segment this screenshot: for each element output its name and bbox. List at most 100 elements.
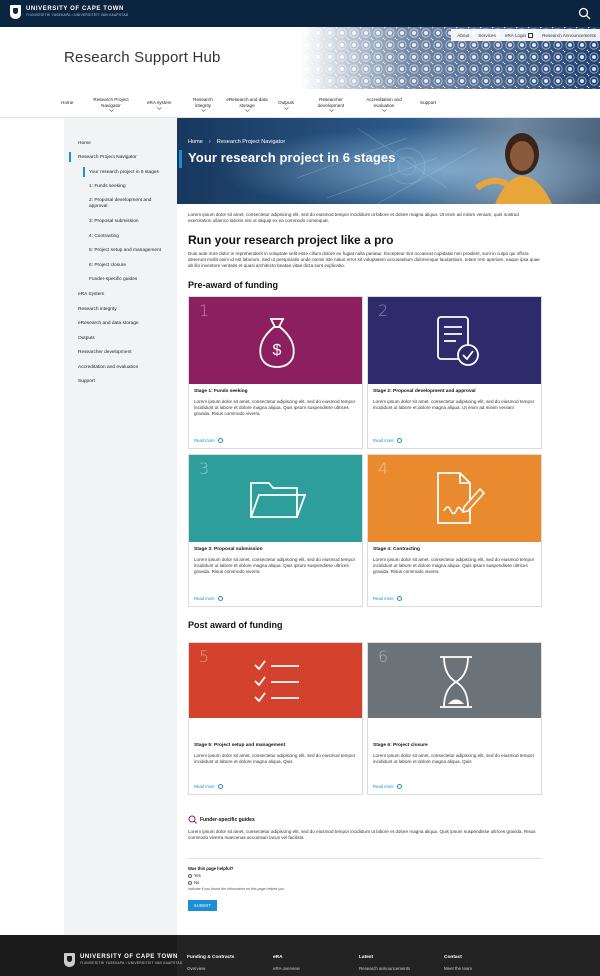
- sidebar-item-integrity[interactable]: Research integrity: [78, 307, 117, 313]
- footer-link[interactable]: Meet the team: [444, 966, 472, 971]
- sidebar-item-eresearch[interactable]: eResearch and data storage: [78, 321, 139, 327]
- footer-link[interactable]: Overview: [187, 966, 234, 971]
- footer-logo-subline: IYUNIVESITHI YASEKAPA • UNIVERSITEIT VAN…: [80, 961, 183, 965]
- card-title: Stage 1: Funds seeking: [194, 389, 248, 394]
- radio-button[interactable]: [188, 880, 192, 885]
- radio-button[interactable]: [188, 873, 192, 878]
- logo-subline: IYUNIVESITHI YASEKAPA • UNIVERSITEIT VAN…: [26, 13, 129, 17]
- card-body: Lorem ipsum dolor sit amet, consectetur …: [194, 399, 356, 417]
- sidebar-item-stage-2[interactable]: 2: Proposal development and approval: [89, 198, 169, 210]
- stage-number: 4: [378, 459, 389, 478]
- breadcrumb-home[interactable]: Home: [188, 139, 203, 145]
- arrow-circle-icon: [217, 596, 223, 601]
- submit-button[interactable]: SUBMIT: [188, 900, 217, 911]
- nav-home[interactable]: Home: [61, 100, 73, 106]
- card-art: 5: [189, 643, 362, 718]
- card-title: Stage 3: Proposal submission: [194, 547, 263, 552]
- nav-outputs[interactable]: Outputs: [278, 100, 294, 110]
- breadcrumb-current[interactable]: Research Project Navigator: [217, 139, 285, 145]
- sidebar-item-funder-guides[interactable]: Funder-specific guides: [89, 277, 137, 283]
- footer-col-contact: Contact Meet the team: [444, 955, 472, 971]
- sidebar-item-stage-4[interactable]: 4: Contracting: [89, 234, 119, 240]
- stage-card-2[interactable]: 2 Stage 2: Proposal development and appr…: [367, 296, 542, 449]
- funder-guides-link[interactable]: Funder-specific guides: [188, 815, 255, 824]
- stage-number: 5: [199, 647, 210, 666]
- sidebar-item-development[interactable]: Researcher development: [78, 350, 132, 356]
- logo-name: UNIVERSITY OF CAPE TOWN: [26, 6, 124, 12]
- footer-link[interactable]: Research announcements: [359, 966, 410, 971]
- external-link-icon: [528, 32, 534, 38]
- card-body: Lorem ipsum dolor sit amet, consectetur …: [194, 753, 356, 765]
- read-more-link[interactable]: Read more: [373, 596, 402, 601]
- nav-eresearch[interactable]: eResearch and data storage: [226, 97, 268, 112]
- stage-card-3[interactable]: 3 Stage 3: Proposal submission Lorem ips…: [188, 454, 363, 607]
- footer-col-funding: Funding & Contracts Overview: [187, 955, 234, 971]
- footer-link[interactable]: eRA overview: [273, 966, 300, 971]
- sidebar-item-accreditation[interactable]: Accreditation and evaluation: [78, 365, 138, 371]
- sidebar-item-stage-5[interactable]: 5: Project setup and management: [89, 248, 161, 254]
- nav-researcher-development[interactable]: Researcher development: [310, 97, 352, 112]
- section-heading: Run your research project like a pro: [188, 233, 394, 247]
- utility-announcements[interactable]: Research Announcements: [542, 33, 596, 38]
- arrow-circle-icon: [396, 438, 402, 443]
- card-title: Stage 6: Project closure: [373, 743, 428, 748]
- utility-era-login[interactable]: eRA Login: [505, 32, 534, 38]
- site-header: About Services eRA Login Research Announ…: [0, 27, 600, 89]
- sidebar-item-navigator[interactable]: Research Project Navigator: [78, 155, 137, 161]
- chevron-down-icon: [244, 109, 250, 112]
- crest-icon: [10, 5, 21, 19]
- search-document-icon: [188, 815, 197, 824]
- pre-award-heading: Pre-award of funding: [188, 280, 278, 290]
- nav-research-project-navigator[interactable]: Research Project Navigator: [90, 97, 132, 112]
- feedback-yes[interactable]: Yes: [188, 873, 285, 878]
- active-indicator: [69, 152, 71, 162]
- feedback-no[interactable]: No: [188, 880, 285, 885]
- hero-title-accent: [179, 150, 182, 168]
- nav-research-integrity[interactable]: Research integrity: [190, 97, 216, 112]
- footer-logo-name: UNIVERSITY OF CAPE TOWN: [80, 954, 178, 960]
- sidebar-item-support[interactable]: Support: [78, 379, 95, 385]
- uct-logo[interactable]: UNIVERSITY OF CAPE TOWN IYUNIVESITHI YAS…: [10, 5, 128, 19]
- nav-era-system[interactable]: eRA system: [147, 100, 172, 110]
- read-more-link[interactable]: Read more: [194, 596, 223, 601]
- stage-card-4[interactable]: 4 Stage 4: Contracting Lorem ipsum dolor…: [367, 454, 542, 607]
- stage-card-6[interactable]: 6 Stage 6: Project closure Lorem ipsum d…: [367, 642, 542, 795]
- folder-icon: [250, 482, 307, 518]
- nav-accreditation[interactable]: Accreditation and evaluation: [360, 97, 408, 112]
- sidebar-item-stage-1[interactable]: 1: Funds seeking: [89, 184, 126, 190]
- svg-text:$: $: [273, 342, 282, 359]
- footer-col-era: eRA eRA overview: [273, 955, 300, 971]
- stage-card-5[interactable]: 5 Stage 5: Project setup and management …: [188, 642, 363, 795]
- arrow-circle-icon: [396, 596, 402, 601]
- section-body: Duis aute irure dolor in reprehenderit i…: [188, 251, 540, 269]
- sidebar-item-stage-6[interactable]: 6: Project closure: [89, 263, 126, 269]
- read-more-link[interactable]: Read more: [194, 784, 223, 789]
- card-body: Lorem ipsum dolor sit amet, consectetur …: [373, 557, 535, 575]
- stage-number: 3: [199, 459, 210, 478]
- hero-banner: Home › Research Project Navigator Your r…: [177, 118, 600, 204]
- card-art: 3: [189, 455, 362, 542]
- arrow-circle-icon: [217, 784, 223, 789]
- read-more-link[interactable]: Read more: [373, 784, 402, 789]
- feedback-question: Was this page helpful?: [188, 866, 234, 871]
- sidebar-item-6-stages[interactable]: Your research project in 6 stages: [89, 170, 159, 176]
- footer-logo[interactable]: UNIVERSITY OF CAPE TOWN IYUNIVESITHI YAS…: [64, 953, 182, 967]
- sidebar-item-home[interactable]: Home: [78, 141, 91, 147]
- stage-card-1[interactable]: 1 $ Stage 1: Funds seeking Lorem ipsum d…: [188, 296, 363, 449]
- breadcrumb: Home › Research Project Navigator: [188, 139, 285, 145]
- hourglass-icon: [440, 656, 472, 708]
- sidebar-item-era[interactable]: eRA System: [78, 292, 104, 298]
- utility-services[interactable]: Services: [478, 33, 496, 38]
- chevron-down-icon: [200, 109, 206, 112]
- search-icon[interactable]: [578, 7, 591, 20]
- sidebar-item-outputs[interactable]: Outputs: [78, 336, 95, 342]
- funder-body: Lorem ipsum dolor sit amet, consectetur …: [188, 829, 536, 841]
- sidebar-item-stage-3[interactable]: 3: Proposal submission: [89, 219, 139, 225]
- intro-text: Lorem ipsum dolor sit amet, consectetur …: [188, 212, 519, 224]
- nav-support[interactable]: Support: [420, 100, 436, 106]
- card-art: 2: [368, 297, 541, 384]
- utility-about[interactable]: About: [457, 33, 469, 38]
- read-more-link[interactable]: Read more: [194, 438, 223, 443]
- read-more-link[interactable]: Read more: [373, 438, 402, 443]
- stage-number: 1: [199, 301, 210, 320]
